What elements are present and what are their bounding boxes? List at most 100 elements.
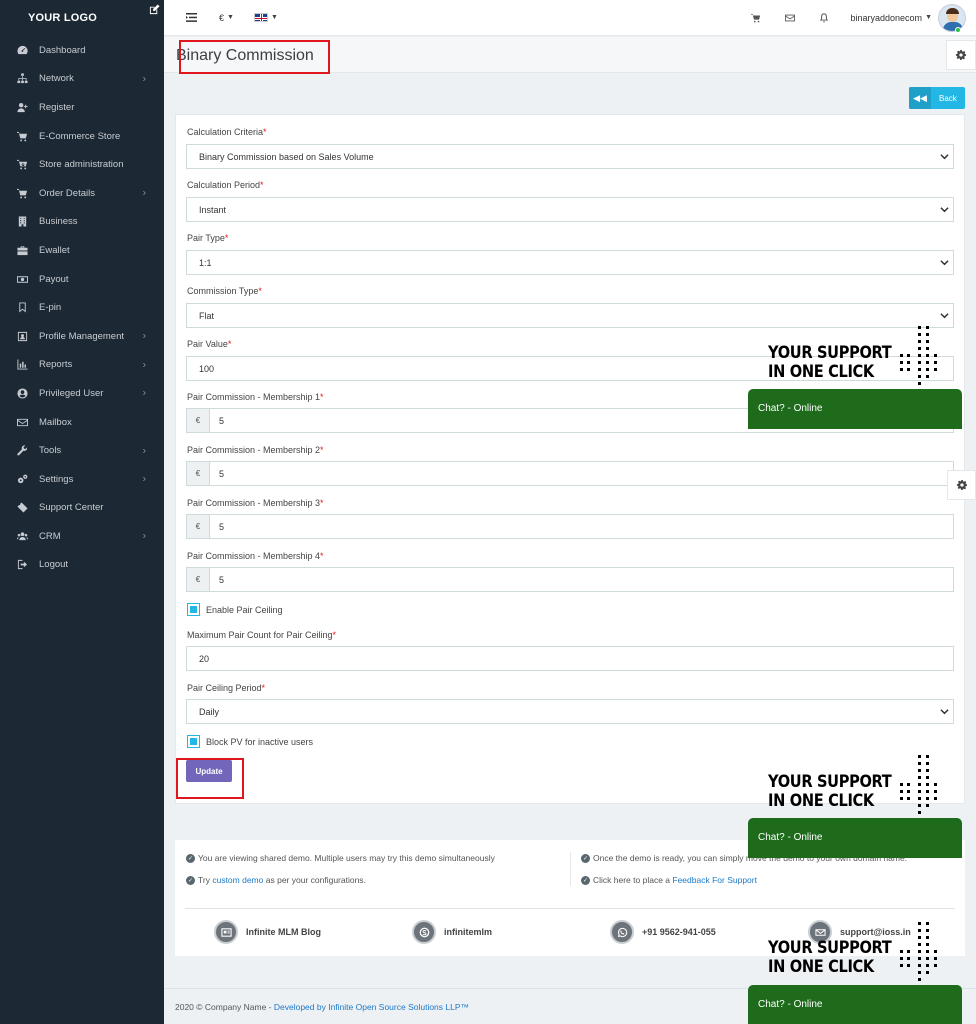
user-plus-icon	[16, 101, 28, 113]
social-whatsapp[interactable]: +91 9562-941-055	[610, 920, 716, 944]
menu-toggle[interactable]	[186, 13, 197, 22]
uk-flag-icon	[253, 13, 268, 22]
sidebar-item-e-pin[interactable]: E-pin	[0, 293, 164, 322]
online-status-dot	[955, 27, 961, 33]
ticket-icon	[16, 502, 28, 514]
checkbox-checked[interactable]	[187, 735, 200, 748]
sidebar-item-store-administration[interactable]: Store administration	[0, 150, 164, 179]
max-pair-input[interactable]: 20	[186, 646, 954, 671]
sidebar-item-ewallet[interactable]: Ewallet	[0, 236, 164, 265]
chat-online-button[interactable]: Chat? - Online	[748, 985, 962, 1024]
currency-dropdown[interactable]: € ▼	[219, 13, 234, 23]
pair-value-value: 100	[199, 363, 215, 374]
checkbox-checked[interactable]	[187, 603, 200, 616]
membership2-label: Pair Commission - Membership 2*	[187, 445, 324, 455]
sidebar-item-dashboard[interactable]: Dashboard	[0, 36, 164, 65]
cart-icon	[16, 130, 28, 142]
chevron-right-icon: ›	[142, 473, 146, 485]
sidebar-item-label: E-Commerce Store	[39, 130, 121, 142]
sidebar-item-tools[interactable]: Tools ›	[0, 436, 164, 465]
sidebar-item-settings[interactable]: Settings ›	[0, 465, 164, 494]
commission-type-label: Commission Type*	[187, 286, 262, 296]
divider	[185, 908, 955, 909]
sidebar-nav: Dashboard Network › Register E-Commerce Stor…	[0, 36, 164, 579]
support-slogan: YOUR SUPPORT IN ONE CLICK	[768, 938, 892, 977]
cart-icon	[16, 187, 28, 199]
chat-online-button[interactable]: Chat? - Online	[748, 818, 962, 858]
caret-down-icon: ▼	[227, 14, 234, 21]
logo[interactable]: YOUR LOGO	[0, 0, 164, 36]
calc-period-select[interactable]: Instant	[186, 197, 954, 222]
sidebar-item-label: Payout	[39, 273, 69, 285]
sidebar-item-label: CRM	[39, 530, 61, 542]
sidebar-item-logout[interactable]: Logout	[0, 551, 164, 580]
calc-criteria-select[interactable]: Binary Commission based on Sales Volume	[186, 144, 954, 169]
pair-type-select[interactable]: 1:1	[186, 250, 954, 275]
footer-text: 2020 © Company Name - Developed by Infin…	[175, 1002, 470, 1012]
commission-type-select[interactable]: Flat	[186, 303, 954, 328]
calc-period-value: Instant	[199, 204, 227, 215]
mail-button[interactable]	[784, 13, 795, 23]
username: binaryaddonecom	[850, 12, 923, 23]
chat-online-button[interactable]: Chat? - Online	[748, 389, 962, 429]
sidebar-item-payout[interactable]: Payout	[0, 265, 164, 294]
bell-icon	[819, 12, 828, 22]
block-pv-checkbox[interactable]: Block PV for inactive users	[187, 735, 313, 748]
membership3-input[interactable]: € 5	[186, 514, 954, 539]
money-icon	[16, 273, 28, 285]
support-widget[interactable]: YOUR SUPPORT IN ONE CLICK Chat? - Online	[748, 755, 962, 858]
membership2-input[interactable]: € 5	[186, 461, 954, 486]
sidebar-item-e-commerce-store[interactable]: E-Commerce Store	[0, 122, 164, 151]
envelope-icon	[784, 14, 795, 21]
sidebar-item-reports[interactable]: Reports ›	[0, 351, 164, 380]
enable-pair-ceiling-checkbox[interactable]: Enable Pair Ceiling	[187, 603, 283, 616]
chevron-down-icon	[940, 154, 949, 160]
cart-button[interactable]	[750, 13, 761, 23]
sidebar-item-profile-management[interactable]: Profile Management ›	[0, 322, 164, 351]
social-blog[interactable]: Infinite MLM Blog	[214, 920, 321, 944]
sidebar-item-label: Privileged User	[39, 387, 104, 399]
sidebar-item-label: E-pin	[39, 302, 62, 314]
social-skype[interactable]: infinitemlm	[412, 920, 492, 944]
sidebar-item-label: Store administration	[39, 159, 124, 171]
currency-symbol: €	[219, 12, 225, 23]
double-left-arrow-icon: ◀◀	[909, 87, 931, 109]
membership4-input[interactable]: € 5	[186, 567, 954, 592]
notification-button[interactable]	[819, 12, 829, 23]
sidebar-item-label: Tools	[39, 445, 62, 457]
sidebar-item-crm[interactable]: CRM ›	[0, 522, 164, 551]
back-label: Back	[939, 93, 957, 103]
feedback-link[interactable]: Feedback For Support	[672, 875, 757, 885]
caret-down-icon: ▼	[270, 14, 278, 21]
settings-toggle[interactable]	[946, 40, 976, 70]
gear-icon	[956, 50, 966, 60]
user-circle-icon	[16, 387, 28, 399]
max-pair-label: Maximum Pair Count for Pair Ceiling*	[187, 630, 337, 640]
euro-addon: €	[187, 409, 210, 432]
membership4-value: 5	[219, 574, 225, 585]
support-widget[interactable]: YOUR SUPPORT IN ONE CLICK Chat? - Online	[748, 922, 962, 1024]
sidebar-item-support-center[interactable]: Support Center	[0, 494, 164, 523]
support-slogan: YOUR SUPPORT IN ONE CLICK	[768, 343, 892, 382]
custom-demo-link[interactable]: custom demo	[212, 875, 263, 885]
language-dropdown[interactable]: ▼	[253, 13, 278, 22]
ceiling-period-select[interactable]: Daily	[186, 699, 954, 724]
ceiling-period-label: Pair Ceiling Period*	[187, 683, 266, 693]
sidebar-item-network[interactable]: Network ›	[0, 65, 164, 94]
support-widget[interactable]: YOUR SUPPORT IN ONE CLICK Chat? - Online	[748, 326, 962, 429]
sidebar-item-order-details[interactable]: Order Details ›	[0, 179, 164, 208]
sidebar-item-register[interactable]: Register	[0, 93, 164, 122]
sidebar-item-mailbox[interactable]: Mailbox	[0, 408, 164, 437]
theme-settings-toggle[interactable]	[947, 470, 976, 500]
topbar: € ▼ ▼ binaryaddonecom ▼	[164, 0, 976, 36]
user-menu[interactable]: binaryaddonecom ▼	[851, 13, 933, 23]
sidebar-item-privileged-user[interactable]: Privileged User ›	[0, 379, 164, 408]
edit-icon[interactable]	[149, 4, 160, 15]
sidebar-item-business[interactable]: Business	[0, 208, 164, 237]
back-button[interactable]: ◀◀ Back	[909, 87, 965, 109]
avatar[interactable]	[938, 3, 966, 32]
developer-link[interactable]: Developed by Infinite Open Source Soluti…	[274, 1002, 469, 1012]
check-circle-icon: ✓	[581, 875, 590, 885]
blog-icon	[214, 920, 238, 944]
calc-criteria-label: Calculation Criteria*	[187, 127, 267, 137]
